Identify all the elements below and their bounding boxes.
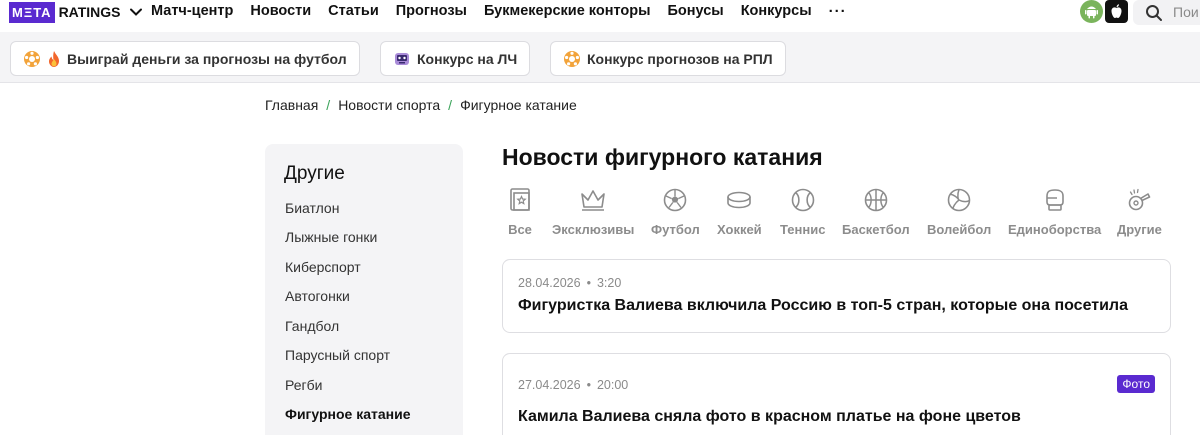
filter-all[interactable]: Все — [506, 186, 534, 237]
filter-basketball[interactable]: Баскетбол — [842, 186, 910, 237]
filter-label: Единоборства — [1008, 222, 1102, 237]
filter-label: Хоккей — [717, 222, 762, 237]
filter-label: Другие — [1117, 222, 1162, 237]
basketball-icon — [864, 188, 888, 212]
photo-badge: Фото — [1117, 375, 1155, 393]
news-meta: 28.04.2026 • 3:20 — [518, 276, 622, 290]
filter-football[interactable]: Футбол — [651, 186, 700, 237]
sidebar-title: Другие — [284, 163, 345, 184]
main-nav: Матч-центр Новости Статьи Прогнозы Букме… — [151, 2, 847, 20]
filter-volleyball[interactable]: Волейбол — [927, 186, 991, 237]
filter-label: Теннис — [780, 222, 826, 237]
filter-label: Эксклюзивы — [552, 222, 635, 237]
crown-icon — [581, 190, 605, 211]
page-title: Новости фигурного катания — [502, 144, 823, 170]
sidebar-item-esports[interactable]: Киберспорт — [285, 259, 361, 275]
champions-league-icon — [395, 52, 409, 65]
news-time: 3:20 — [596, 276, 622, 290]
filter-label: Баскетбол — [842, 222, 910, 237]
top-header: MΞTA RATINGS Матч-центр Новости Статьи П… — [0, 0, 1200, 32]
site-logo[interactable]: MΞTA RATINGS — [9, 1, 143, 23]
breadcrumb-sport-news[interactable]: Новости спорта — [338, 97, 440, 113]
news-date: 27.04.2026 — [518, 378, 581, 392]
filter-label: Футбол — [651, 222, 700, 237]
filter-other[interactable]: Другие — [1117, 186, 1162, 237]
sidebar-item-biathlon[interactable]: Биатлон — [285, 200, 339, 216]
nav-bonuses[interactable]: Бонусы — [668, 3, 724, 19]
news-card[interactable]: 27.04.2026 • 20:00 Фото Камила Валиева сня… — [502, 353, 1171, 435]
promo-label: Выиграй деньги за прогнозы на футбол — [67, 50, 347, 67]
filter-martial-arts[interactable]: Единоборства — [1008, 186, 1101, 237]
filter-label: Все — [508, 222, 532, 237]
football-icon — [664, 188, 687, 212]
breadcrumb-separator: / — [448, 97, 453, 113]
nav-news[interactable]: Новости — [250, 3, 311, 19]
sidebar-item-motorsport[interactable]: Автогонки — [285, 288, 350, 304]
sidebar-item-figure-skating[interactable]: Фигурное катание — [285, 406, 411, 422]
sidebar-item-handball[interactable]: Гандбол — [285, 318, 339, 334]
breadcrumb-separator: / — [326, 97, 331, 113]
promo-football-predictions[interactable]: Выиграй деньги за прогнозы на футбол — [10, 41, 360, 76]
news-title[interactable]: Фигуристка Валиева включила Россию в топ… — [518, 297, 1128, 315]
search-field[interactable]: Пои — [1133, 0, 1200, 25]
tennis-ball-icon — [791, 188, 815, 212]
news-card[interactable]: 28.04.2026 • 3:20 Фигуристка Валиева включ… — [502, 259, 1171, 333]
promo-champions-league[interactable]: Конкурс на ЛЧ — [380, 41, 531, 76]
chevron-down-icon[interactable] — [129, 5, 143, 19]
all-news-icon — [510, 188, 530, 211]
news-date: 28.04.2026 — [518, 276, 581, 290]
more-menu-button[interactable]: ··· — [829, 3, 847, 20]
nav-contests[interactable]: Конкурсы — [741, 3, 812, 19]
promo-label: Конкурс на ЛЧ — [417, 50, 518, 67]
nav-match-center[interactable]: Матч-центр — [151, 3, 233, 19]
news-time: 20:00 — [596, 378, 629, 392]
filter-hockey[interactable]: Хоккей — [717, 186, 762, 237]
filter-label: Волейбол — [927, 222, 992, 237]
boxing-glove-icon — [1045, 189, 1064, 211]
logo-text: RATINGS — [58, 4, 121, 20]
football-icon — [24, 50, 40, 67]
android-app-icon[interactable] — [1080, 0, 1103, 23]
breadcrumb-current: Фигурное катание — [460, 97, 577, 113]
sidebar-item-cross-country-skiing[interactable]: Лыжные гонки — [285, 229, 377, 245]
hockey-puck-icon — [727, 191, 752, 209]
apple-app-icon[interactable] — [1105, 0, 1128, 23]
search-placeholder: Пои — [1173, 4, 1199, 20]
logo-mark: MΞTA — [9, 1, 55, 23]
nav-bookmakers[interactable]: Букмекерские конторы — [484, 3, 651, 19]
sidebar-other-sports: Другие Биатлон Лыжные гонки Киберспорт А… — [265, 144, 463, 435]
promo-bar: Выиграй деньги за прогнозы на футбол Кон… — [0, 32, 1200, 83]
nav-articles[interactable]: Статьи — [328, 3, 379, 19]
volleyball-icon — [947, 188, 971, 212]
promo-rpl-contest[interactable]: Конкурс прогнозов на РПЛ — [550, 41, 786, 76]
promo-label: Конкурс прогнозов на РПЛ — [587, 50, 773, 67]
sidebar-item-rugby[interactable]: Регби — [285, 377, 322, 393]
fire-icon — [49, 50, 59, 67]
filter-tennis[interactable]: Теннис — [780, 186, 825, 237]
news-meta: 27.04.2026 • 20:00 — [518, 378, 629, 392]
breadcrumb: Главная / Новости спорта / Фигурное ката… — [265, 97, 577, 113]
search-icon — [1146, 5, 1162, 21]
football-icon — [564, 50, 580, 67]
whistle-icon — [1129, 188, 1151, 211]
breadcrumb-home[interactable]: Главная — [265, 97, 318, 113]
nav-predictions[interactable]: Прогнозы — [396, 3, 467, 19]
filter-exclusives[interactable]: Эксклюзивы — [552, 186, 634, 237]
sidebar-item-sailing[interactable]: Парусный спорт — [285, 347, 390, 363]
news-title[interactable]: Камила Валиева сняла фото в красном плат… — [518, 408, 1021, 426]
